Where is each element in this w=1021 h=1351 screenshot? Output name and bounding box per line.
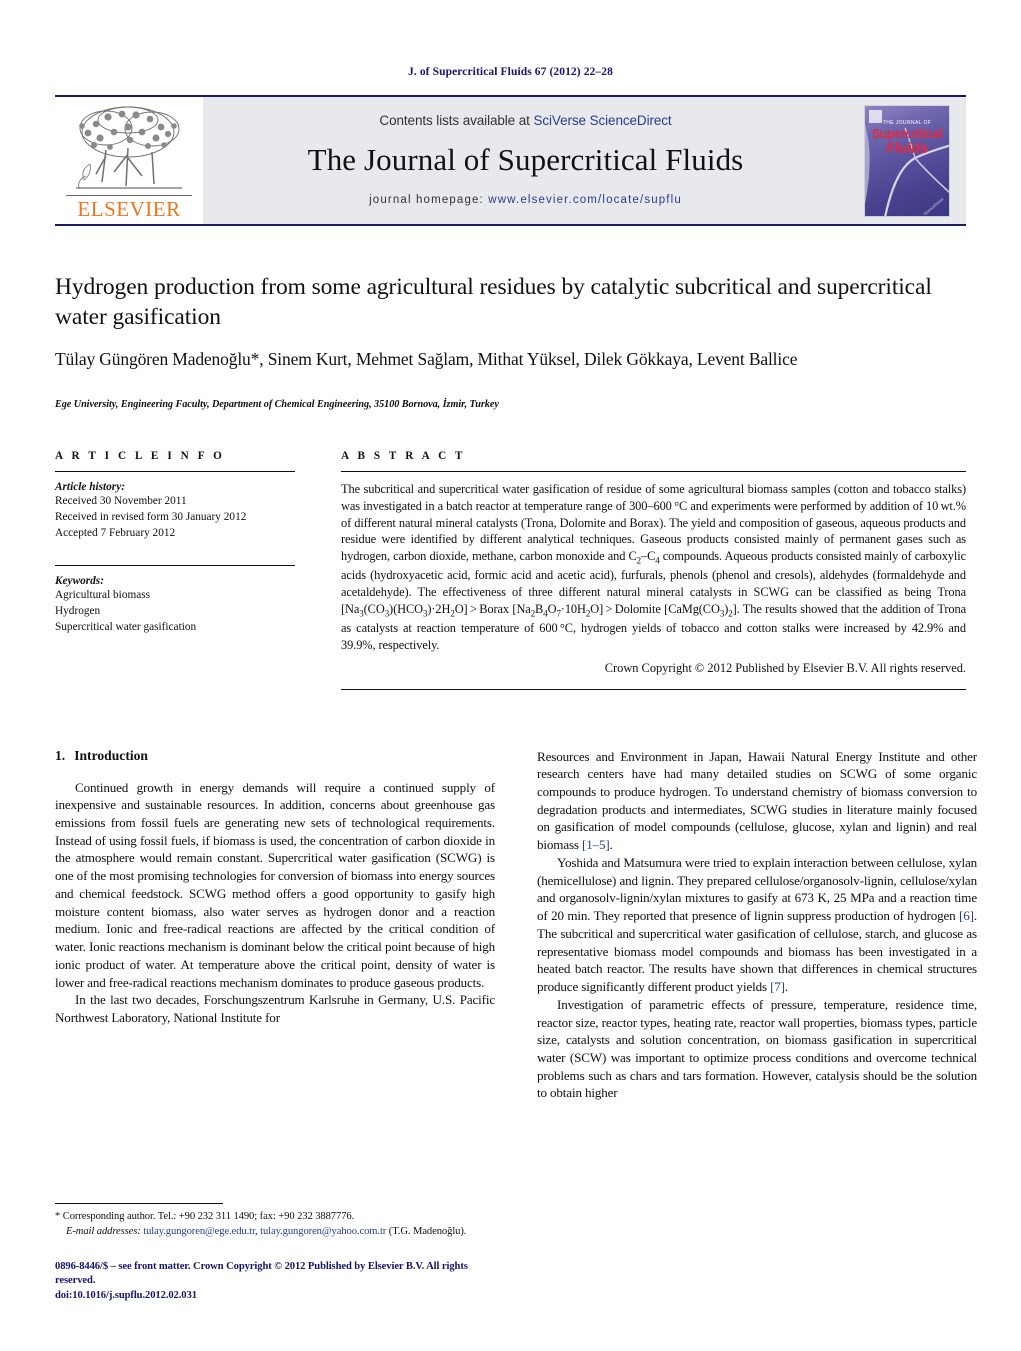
footer-block: 0896-8446/$ – see front matter. Crown Co…: [55, 1260, 495, 1304]
keywords-block: Keywords: Agricultural biomass Hydrogen …: [55, 565, 295, 635]
running-head: J. of Supercritical Fluids 67 (2012) 22–…: [408, 66, 613, 78]
contents-prefix: Contents lists available at: [379, 113, 534, 128]
citation-link[interactable]: [7]: [770, 979, 785, 994]
footnote-area: * Corresponding author. Tel.: +90 232 31…: [55, 1203, 495, 1304]
paragraph-text: .: [784, 979, 789, 995]
contents-list-line: Contents lists available at SciVerse Sci…: [379, 113, 671, 128]
journal-title: The Journal of Supercritical Fluids: [307, 142, 744, 177]
journal-homepage-line: journal homepage: www.elsevier.com/locat…: [369, 194, 682, 206]
abstract-body: The subcritical and supercritical water …: [341, 471, 966, 675]
cover-line-2: Supercritical: [871, 126, 943, 141]
elsevier-wordmark: ELSEVIER: [66, 194, 192, 222]
section-number: 1.: [55, 747, 66, 763]
email-note: E-mail addresses: tulay.gungoren@ege.edu…: [66, 1225, 467, 1237]
keyword-item: Hydrogen: [55, 605, 101, 618]
abstract-copyright: Crown Copyright © 2012 Published by Else…: [604, 660, 966, 675]
email-link-1[interactable]: tulay.gungoren@ege.edu.tr: [143, 1226, 255, 1237]
paragraph: Resources and Environment in Japan, Hawa…: [537, 748, 977, 854]
paragraph: Investigation of parametric effects of p…: [537, 996, 977, 1101]
body-columns: 1. Introduction Continued growth in energ…: [55, 748, 977, 1103]
homepage-url-link[interactable]: www.elsevier.com/locate/supflu: [488, 194, 682, 206]
section-title: Introduction: [74, 747, 148, 763]
abstract-heading: A B S T R A C T: [341, 450, 466, 463]
cover-line-1: THE JOURNAL OF: [882, 119, 932, 126]
history-item: Received in revised form 30 January 2012: [55, 511, 247, 524]
article-info-body: Article history: Received 30 November 20…: [55, 471, 295, 541]
citation-link[interactable]: [1–5]: [582, 837, 610, 852]
abstract-column: A B S T R A C T The subcritical and supe…: [341, 450, 966, 690]
paragraph-text: Yoshida and Matsumura were tried to expl…: [537, 854, 977, 924]
paragraph: In the last two decades, Forschungszentr…: [55, 992, 495, 1026]
elsevier-logo: ELSEVIER: [66, 102, 192, 222]
abstract-text: The subcritical and supercritical water …: [341, 482, 966, 652]
info-abstract-section: A R T I C L E I N F O Article history: R…: [55, 450, 966, 690]
section-heading-introduction: 1. Introduction: [55, 748, 495, 764]
abstract-bottom-rule: [341, 688, 966, 690]
email-owner: (T.G. Madenoğlu).: [388, 1225, 467, 1237]
publisher-logo-block: ELSEVIER: [55, 97, 203, 224]
journal-cover-thumbnail[interactable]: THE JOURNAL OF Supercritical Fluids Scie…: [864, 104, 950, 217]
paragraph: Yoshida and Matsumura were tried to expl…: [537, 854, 977, 996]
sciencedirect-link[interactable]: SciVerse ScienceDirect: [533, 113, 671, 128]
email-label: E-mail addresses:: [66, 1225, 141, 1237]
citation-link[interactable]: [6]: [959, 908, 974, 923]
affiliation: Ege University, Engineering Faculty, Dep…: [55, 399, 499, 411]
history-item: Received 30 November 2011: [55, 495, 187, 508]
article-info-column: A R T I C L E I N F O Article history: R…: [55, 450, 295, 689]
elsevier-tree-icon: [76, 106, 182, 189]
email-link-2[interactable]: tulay.gungoren@yahoo.com.tr: [260, 1226, 386, 1237]
keyword-item: Supercritical water gasification: [55, 621, 197, 634]
doi-line: doi:10.1016/j.supflu.2012.02.031: [55, 1290, 197, 1302]
article-info-heading: A R T I C L E I N F O: [55, 450, 225, 463]
corresponding-author-note: * Corresponding author. Tel.: +90 232 31…: [55, 1211, 355, 1223]
journal-masthead: ELSEVIER Contents lists available at Sci…: [55, 95, 966, 226]
footnote-rule: [55, 1203, 223, 1205]
body-column-left: 1. Introduction Continued growth in energ…: [55, 748, 495, 1103]
issn-copyright-line: 0896-8446/$ – see front matter. Crown Co…: [55, 1260, 468, 1287]
keywords-label: Keywords:: [55, 575, 104, 588]
homepage-label: journal homepage:: [369, 194, 484, 206]
body-column-right: Resources and Environment in Japan, Hawa…: [537, 748, 977, 1103]
cover-line-3: Fluids: [885, 139, 929, 157]
page-title: Hydrogen production from some agricultur…: [55, 274, 932, 330]
paragraph: Continued growth in energy demands will …: [55, 779, 495, 990]
history-item: Accepted 7 February 2012: [55, 527, 176, 540]
masthead-center: Contents lists available at SciVerse Sci…: [203, 97, 848, 224]
paragraph-text: .: [609, 837, 613, 853]
article-history-label: Article history:: [55, 481, 125, 494]
author-list: Tülay Güngören Madenoğlu*, Sinem Kurt, M…: [55, 349, 798, 370]
keyword-item: Agricultural biomass: [55, 589, 151, 602]
masthead-right: THE JOURNAL OF Supercritical Fluids Scie…: [848, 97, 966, 224]
paper-page: J. of Supercritical Fluids 67 (2012) 22–…: [0, 0, 1021, 1351]
